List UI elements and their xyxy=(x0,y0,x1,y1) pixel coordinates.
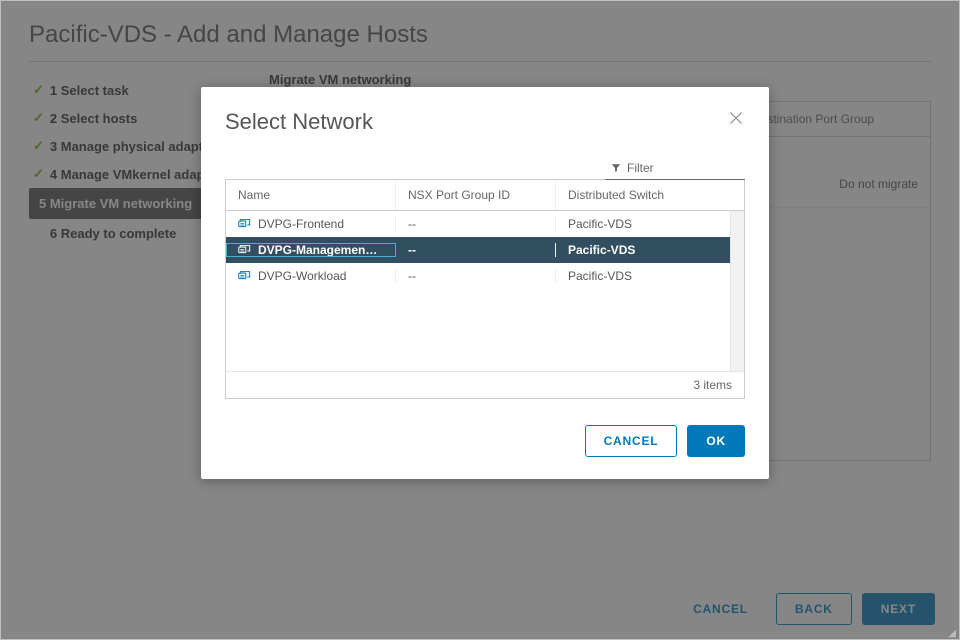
grid-row[interactable]: DVPG-Managemen…--Pacific-VDS xyxy=(226,237,730,263)
cell-ds: Pacific-VDS xyxy=(556,217,730,231)
grid-row[interactable]: DVPG-Workload--Pacific-VDS xyxy=(226,263,730,289)
modal-cancel-button[interactable]: CANCEL xyxy=(585,425,678,457)
filter-label: Filter xyxy=(627,161,654,175)
cell-ds: Pacific-VDS xyxy=(556,243,730,257)
close-icon xyxy=(727,109,745,127)
grid-items-count: 3 items xyxy=(693,378,732,392)
modal-ok-button[interactable]: OK xyxy=(687,425,745,457)
cell-nsx: -- xyxy=(396,243,556,257)
filter-icon xyxy=(611,163,621,173)
col-nsx[interactable]: NSX Port Group ID xyxy=(396,180,556,210)
network-grid: Name NSX Port Group ID Distributed Switc… xyxy=(225,180,745,399)
cell-ds: Pacific-VDS xyxy=(556,269,730,283)
cell-nsx: -- xyxy=(396,217,556,231)
col-name[interactable]: Name xyxy=(226,180,396,210)
cell-name: DVPG-Frontend xyxy=(226,217,396,231)
port-group-icon xyxy=(238,218,252,229)
col-ds[interactable]: Distributed Switch xyxy=(556,180,744,210)
modal-title: Select Network xyxy=(225,109,373,135)
select-network-modal: Select Network Filter Name NSX Port Grou… xyxy=(201,87,769,479)
grid-row[interactable]: DVPG-Frontend--Pacific-VDS xyxy=(226,211,730,237)
cell-name: DVPG-Managemen… xyxy=(226,243,396,257)
filter-input[interactable]: Filter xyxy=(605,157,745,180)
cell-name: DVPG-Workload xyxy=(226,269,396,283)
port-group-icon xyxy=(238,270,252,281)
close-button[interactable] xyxy=(727,109,745,127)
cell-nsx: -- xyxy=(396,269,556,283)
grid-scrollbar[interactable] xyxy=(730,211,744,371)
port-group-icon xyxy=(238,244,252,255)
